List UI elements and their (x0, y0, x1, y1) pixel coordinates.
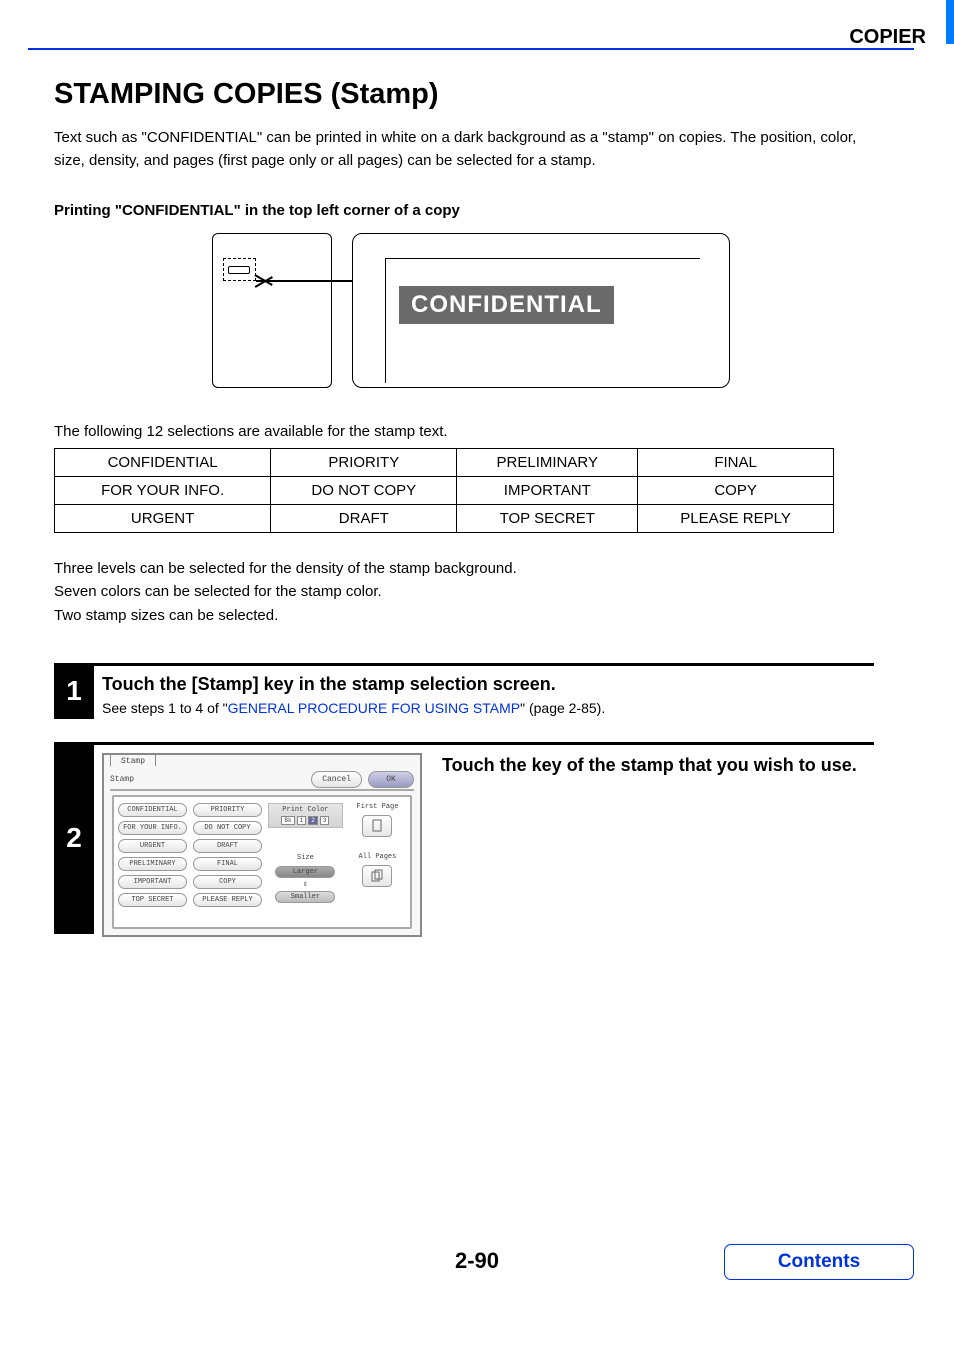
print-color-box[interactable]: Print Color Bk 1 2 3 (268, 803, 343, 828)
step-1-number: 1 (54, 663, 94, 719)
color-bk: Bk (281, 816, 294, 825)
intro-text: Text such as "CONFIDENTIAL" can be print… (54, 127, 874, 172)
example-heading: Printing "CONFIDENTIAL" in the top left … (54, 202, 874, 219)
page-multi-icon (369, 868, 385, 884)
stamp-cell: PRIORITY (271, 449, 457, 477)
stamp-cell: URGENT (55, 505, 271, 533)
illustration: CONFIDENTIAL (212, 233, 732, 403)
step-2-title: Touch the key of the stamp that you wish… (442, 753, 874, 937)
ok-button[interactable]: OK (368, 771, 414, 788)
stamp-btn[interactable]: DRAFT (193, 839, 262, 853)
stamp-cell: IMPORTANT (457, 477, 638, 505)
stamp-cell: DRAFT (271, 505, 457, 533)
stamp-btn[interactable]: TOP SECRET (118, 893, 187, 907)
step-1-link[interactable]: GENERAL PROCEDURE FOR USING STAMP (228, 700, 520, 716)
middle-column: Print Color Bk 1 2 3 Size Larger (268, 803, 343, 921)
info-line-sizes: Two stamp sizes can be selected. (54, 604, 874, 627)
page-single-icon (369, 818, 385, 834)
stamp-btn[interactable]: FINAL (193, 857, 262, 871)
stamp-cell: DO NOT COPY (271, 477, 457, 505)
stamp-btn[interactable]: PLEASE REPLY (193, 893, 262, 907)
stamp-col-left: CONFIDENTIAL FOR YOUR INFO. URGENT PRELI… (118, 803, 187, 921)
color-3: 3 (320, 816, 330, 825)
stamp-btn[interactable]: DO NOT COPY (193, 821, 262, 835)
stamp-text-table: CONFIDENTIAL PRIORITY PRELIMINARY FINAL … (54, 448, 834, 533)
screen-body: CONFIDENTIAL FOR YOUR INFO. URGENT PRELI… (112, 795, 412, 929)
color-1: 1 (297, 816, 307, 825)
header-rule (28, 48, 914, 50)
stamp-btn[interactable]: IMPORTANT (118, 875, 187, 889)
all-pages-label: All Pages (359, 853, 397, 861)
step-2: 2 Stamp Stamp Cancel OK CONFIDE (54, 742, 874, 937)
page-title: STAMPING COPIES (Stamp) (54, 78, 874, 111)
print-color-label: Print Color (271, 806, 340, 814)
step-1-title: Touch the [Stamp] key in the stamp selec… (102, 674, 874, 695)
touchscreen-mockup: Stamp Stamp Cancel OK CONFIDENTIAL FOR Y… (102, 753, 422, 937)
illus-stamp-label: CONFIDENTIAL (399, 286, 614, 324)
info-line-colors: Seven colors can be selected for the sta… (54, 580, 874, 603)
stamp-btn[interactable]: FOR YOUR INFO. (118, 821, 187, 835)
step-1-text: See steps 1 to 4 of "GENERAL PROCEDURE F… (102, 700, 874, 716)
stamp-btn[interactable]: PRIORITY (193, 803, 262, 817)
contents-label: Contents (778, 1251, 860, 1273)
stamp-btn[interactable]: URGENT (118, 839, 187, 853)
stamp-cell: PLEASE REPLY (638, 505, 834, 533)
pages-column: First Page All Pages (349, 803, 406, 921)
stamp-cell: CONFIDENTIAL (55, 449, 271, 477)
step-1-pre: See steps 1 to 4 of " (102, 700, 228, 716)
screen-subtitle: Stamp (110, 775, 134, 784)
first-page-button[interactable] (362, 815, 392, 837)
stamp-col-right: PRIORITY DO NOT COPY DRAFT FINAL COPY PL… (193, 803, 262, 921)
color-sel: 2 (308, 816, 318, 825)
updown-icon: ⇕ (268, 882, 343, 887)
stamp-cell: COPY (638, 477, 834, 505)
smaller-button[interactable]: Smaller (275, 891, 335, 903)
screen-divider (110, 789, 414, 791)
stamp-cell: FINAL (638, 449, 834, 477)
stamp-btn[interactable]: CONFIDENTIAL (118, 803, 187, 817)
stamp-cell: TOP SECRET (457, 505, 638, 533)
size-label: Size (268, 854, 343, 862)
illus-large-page: CONFIDENTIAL (352, 233, 730, 388)
stamp-cell: FOR YOUR INFO. (55, 477, 271, 505)
screen-tab[interactable]: Stamp (110, 754, 156, 766)
illus-chip-icon (228, 266, 250, 274)
first-page-label: First Page (356, 803, 398, 811)
table-intro: The following 12 selections are availabl… (54, 423, 874, 440)
step-2-number: 2 (54, 742, 94, 934)
info-lines: Three levels can be selected for the den… (54, 557, 874, 627)
contents-button[interactable]: Contents (724, 1244, 914, 1280)
cancel-button[interactable]: Cancel (311, 771, 362, 788)
stamp-cell: PRELIMINARY (457, 449, 638, 477)
step-1-post: " (page 2-85). (520, 700, 605, 716)
all-pages-button[interactable] (362, 865, 392, 887)
illus-small-page (212, 233, 332, 388)
blue-tab (946, 0, 954, 44)
stamp-btn[interactable]: PRELIMINARY (118, 857, 187, 871)
info-line-density: Three levels can be selected for the den… (54, 557, 874, 580)
stamp-btn[interactable]: COPY (193, 875, 262, 889)
step-1: 1 Touch the [Stamp] key in the stamp sel… (54, 663, 874, 716)
larger-button[interactable]: Larger (275, 866, 335, 878)
section-header: COPIER (849, 26, 926, 49)
